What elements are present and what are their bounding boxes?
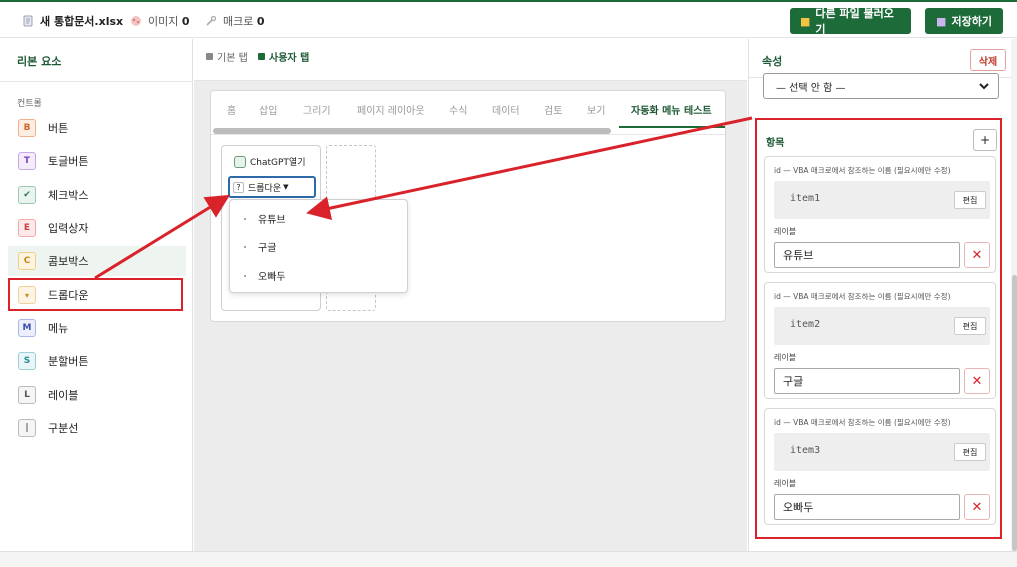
ribbon-tab-page-layout[interactable]: 페이지 레이아웃 <box>357 102 425 117</box>
chatgpt-button[interactable]: ChatGPT열기 <box>234 155 306 168</box>
dropdown-item-google[interactable]: 구글 <box>244 239 276 254</box>
document-icon <box>23 15 33 27</box>
highlight-box <box>8 278 183 311</box>
ribbon-preview-area: 기본 탭 사용자 탭 홈 삽입 그리기 페이지 레이아웃 수식 데이터 검토 보… <box>194 39 747 551</box>
control-combo-box[interactable]: C 콤보박스 <box>8 246 186 276</box>
chatgpt-icon <box>234 155 246 168</box>
item-card: id — VBA 매크로에서 참조하는 이름 (필요시에만 수정) item1 … <box>764 156 996 273</box>
bottom-bar <box>0 551 1017 567</box>
label-caption: 레이블 <box>774 353 797 362</box>
close-icon: ✕ <box>971 247 983 263</box>
control-menu[interactable]: M 메뉴 <box>8 313 186 343</box>
item-card: id — VBA 매크로에서 참조하는 이름 (필요시에만 수정) item3 … <box>764 408 996 525</box>
ribbon-tab-automation-test[interactable]: 자동화 메뉴 테스트 <box>631 102 712 117</box>
edit-id-button[interactable]: 편집 <box>954 317 986 335</box>
bullet-icon <box>244 245 246 248</box>
id-field: item3 편집 <box>774 433 990 471</box>
id-hint: id — VBA 매크로에서 참조하는 이름 (필요시에만 수정) <box>774 292 951 301</box>
control-input-box[interactable]: E 입력상자 <box>8 213 186 243</box>
ribbon-tabs: 홈 삽입 그리기 페이지 레이아웃 수식 데이터 검토 보기 자동화 메뉴 테스… <box>211 91 725 129</box>
control-button[interactable]: B 버튼 <box>8 113 186 143</box>
control-label[interactable]: L 레이블 <box>8 380 186 410</box>
id-hint: id — VBA 매크로에서 참조하는 이름 (필요시에만 수정) <box>774 166 951 175</box>
tab-type-bar: 기본 탭 사용자 탭 <box>194 39 747 81</box>
combo-type-icon: C <box>18 252 36 270</box>
items-title: 항목 <box>766 138 785 149</box>
bullet-icon <box>244 217 246 220</box>
divider <box>0 81 193 82</box>
chevron-down-icon: ▼ <box>283 183 289 191</box>
macros-count: 매크로 0 <box>205 13 265 29</box>
ribbon-tab-draw[interactable]: 그리기 <box>303 102 331 117</box>
panel-title: 속성 <box>762 55 783 68</box>
ribbon-tab-review[interactable]: 검토 <box>544 102 562 117</box>
dropdown-item-oppadu[interactable]: 오빠두 <box>244 268 286 283</box>
wrench-icon <box>206 15 217 26</box>
items-section: 항목 + id — VBA 매크로에서 참조하는 이름 (필요시에만 수정) i… <box>755 118 1002 539</box>
menu-type-icon: M <box>18 319 36 337</box>
label-caption: 레이블 <box>774 479 797 488</box>
square-icon <box>206 53 213 60</box>
control-separator[interactable]: | 구분선 <box>8 413 186 443</box>
remove-item-button[interactable]: ✕ <box>964 494 990 520</box>
divider <box>211 134 725 135</box>
label-input[interactable]: 구글 <box>774 368 960 394</box>
images-count: 이미지 0 <box>130 13 190 29</box>
split-type-icon: S <box>18 352 36 370</box>
scrollbar-thumb[interactable] <box>1012 275 1017 551</box>
file-name: 새 통합문서.xlsx <box>22 13 123 29</box>
vertical-scrollbar[interactable] <box>1011 39 1017 551</box>
remove-item-button[interactable]: ✕ <box>964 242 990 268</box>
close-icon: ✕ <box>971 373 983 389</box>
property-select[interactable]: — 선택 안 함 — <box>763 73 999 99</box>
ribbon-tab-formulas[interactable]: 수식 <box>449 102 467 117</box>
label-input[interactable]: 유튜브 <box>774 242 960 268</box>
square-icon <box>258 53 265 60</box>
add-item-button[interactable]: + <box>973 129 997 151</box>
folder-icon: ■ <box>800 14 811 28</box>
image-icon <box>131 16 141 26</box>
toggle-type-icon: T <box>18 152 36 170</box>
tab-user[interactable]: 사용자 탭 <box>258 49 309 64</box>
delete-button[interactable]: 삭제 <box>970 49 1006 71</box>
dropdown-item-youtube[interactable]: 유튜브 <box>244 211 286 226</box>
label-caption: 레이블 <box>774 227 797 236</box>
active-tab-indicator <box>619 126 725 128</box>
tab-basic[interactable]: 기본 탭 <box>206 49 248 64</box>
top-bar: 새 통합문서.xlsx 이미지 0 매크로 0 ■ 다른 파일 불러오기 ■ 저… <box>0 0 1017 38</box>
chevron-down-icon <box>979 83 989 90</box>
dropdown-control[interactable]: ? 드롭다운 ▼ <box>228 176 316 198</box>
edit-id-button[interactable]: 편집 <box>954 191 986 209</box>
id-field: item2 편집 <box>774 307 990 345</box>
control-checkbox[interactable]: ✔ 체크박스 <box>8 180 186 210</box>
dropdown-menu: 유튜브 구글 오빠두 <box>229 199 408 293</box>
remove-item-button[interactable]: ✕ <box>964 368 990 394</box>
edit-id-button[interactable]: 편집 <box>954 443 986 461</box>
ribbon-tab-data[interactable]: 데이터 <box>492 102 520 117</box>
load-file-button[interactable]: ■ 다른 파일 불러오기 <box>790 7 911 36</box>
ribbon-tab-insert[interactable]: 삽입 <box>259 102 277 117</box>
label-input[interactable]: 오빠두 <box>774 494 960 520</box>
ribbon-tab-view[interactable]: 보기 <box>587 102 605 117</box>
ribbon-tab-home[interactable]: 홈 <box>227 102 236 117</box>
control-split-button[interactable]: S 분할버튼 <box>8 346 186 376</box>
id-hint: id — VBA 매크로에서 참조하는 이름 (필요시에만 수정) <box>774 418 951 427</box>
save-icon: ■ <box>936 14 947 28</box>
panel-title: 리본 요소 <box>17 55 62 68</box>
item-card: id — VBA 매크로에서 참조하는 이름 (필요시에만 수정) item2 … <box>764 282 996 399</box>
section-label: 컨트롤 <box>17 99 42 109</box>
bullet-icon <box>244 274 246 277</box>
properties-panel: 속성 삭제 — 선택 안 함 — 항목 + id — VBA 매크로에서 참조하… <box>748 39 1017 551</box>
close-icon: ✕ <box>971 499 983 515</box>
input-type-icon: E <box>18 219 36 237</box>
label-type-icon: L <box>18 386 36 404</box>
save-button[interactable]: ■ 저장하기 <box>925 8 1003 34</box>
control-toggle-button[interactable]: T 토글버튼 <box>8 146 186 176</box>
separator-type-icon: | <box>18 419 36 437</box>
button-type-icon: B <box>18 119 36 137</box>
checkbox-type-icon: ✔ <box>18 186 36 204</box>
question-icon: ? <box>233 181 244 193</box>
id-field: item1 편집 <box>774 181 990 219</box>
